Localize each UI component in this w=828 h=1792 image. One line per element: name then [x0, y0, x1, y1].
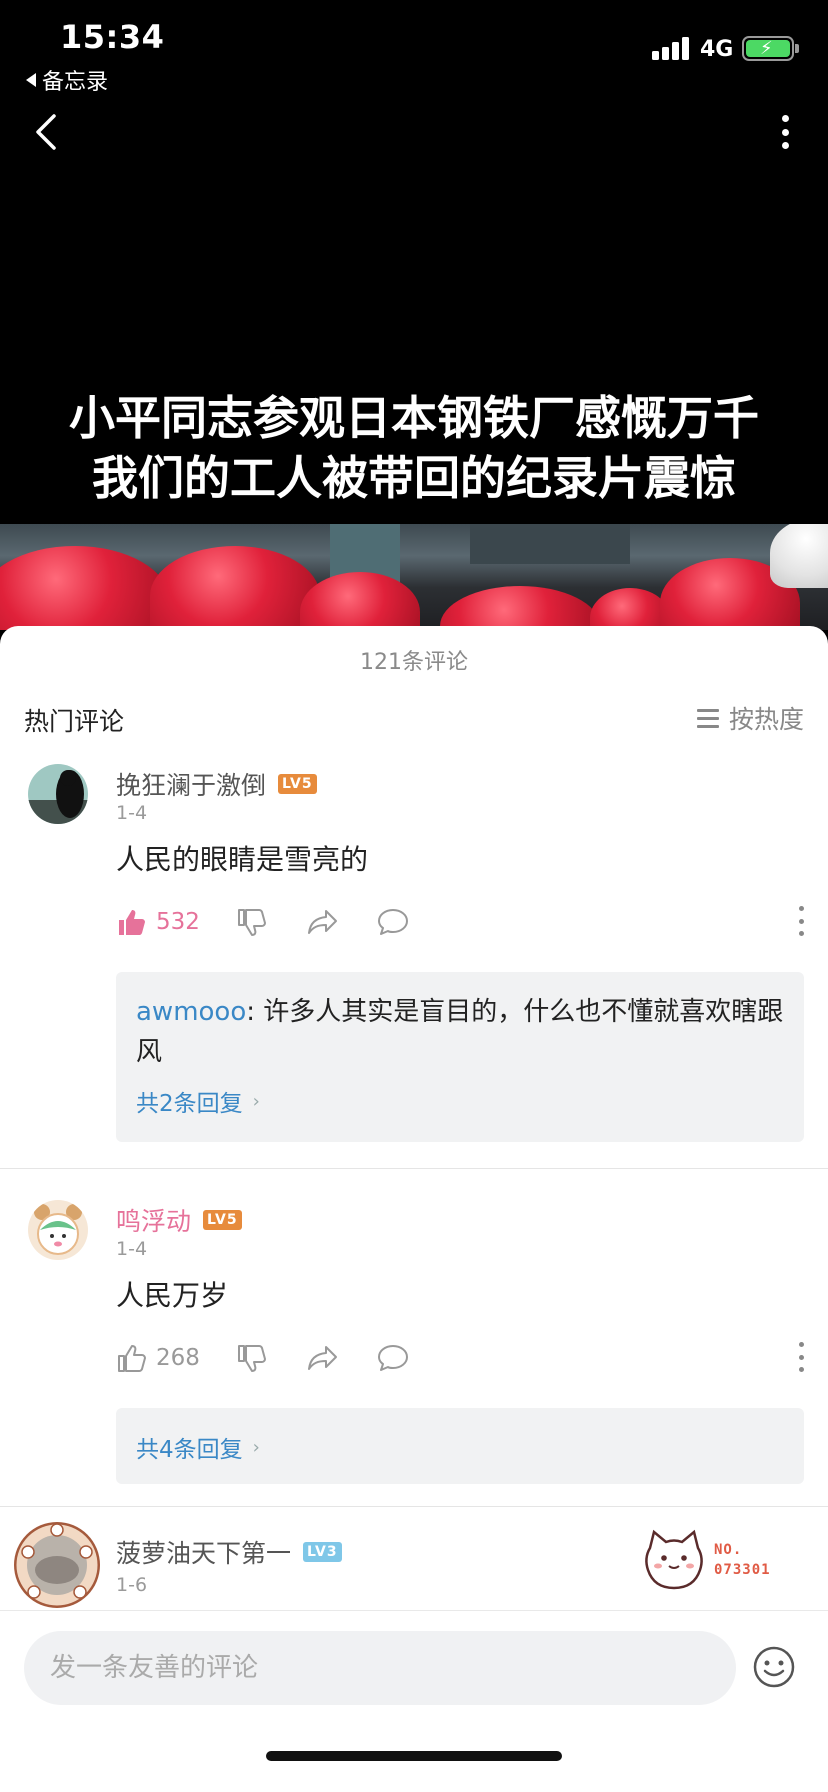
comment-more-button[interactable]	[796, 906, 806, 936]
like-count: 532	[156, 909, 200, 935]
scene-helmet	[150, 546, 320, 630]
comment-item: 鸣浮动 LV5 1-4 人民万岁 268 共4条回复 ›	[0, 1192, 828, 1484]
avatar[interactable]	[14, 1522, 100, 1608]
battery-icon: ⚡	[742, 36, 799, 61]
username[interactable]: 挽狂澜于激倒 LV5	[116, 766, 317, 802]
share-icon	[308, 1346, 337, 1370]
chevron-right-icon: ›	[252, 1436, 260, 1458]
scene-helmet	[440, 586, 600, 630]
video-caption-line-2: 我们的工人被带回的纪录片震惊	[92, 451, 736, 505]
back-app-label: 备忘录	[42, 70, 109, 95]
comment-date: 1-4	[116, 1238, 148, 1260]
thumb-up-icon	[119, 910, 145, 935]
reply-button[interactable]	[376, 902, 410, 942]
level-badge: LV5	[278, 774, 317, 794]
emoji-button[interactable]	[752, 1645, 796, 1689]
like-button[interactable]: 268	[116, 1338, 200, 1378]
thumb-down-icon	[238, 1345, 266, 1372]
back-to-app-link[interactable]: 备忘录	[26, 64, 108, 96]
more-vertical-icon	[798, 906, 804, 911]
comment-more-button[interactable]	[796, 1342, 806, 1372]
video-caption: 小平同志参观日本钢铁厂感慨万千 我们的工人被带回的纪录片震惊	[0, 388, 828, 508]
avatar[interactable]	[28, 1200, 88, 1260]
comment-actions: 268	[116, 1338, 806, 1378]
sort-button[interactable]: 按热度	[696, 700, 804, 736]
badge-no-label: NO.	[714, 1542, 743, 1558]
level-badge: LV5	[203, 1210, 242, 1230]
comment-input[interactable]	[24, 1631, 736, 1705]
thumb-up-icon	[118, 1345, 146, 1372]
comment-divider	[0, 1506, 828, 1507]
sort-label: 按热度	[728, 705, 804, 734]
back-triangle-icon	[26, 73, 36, 87]
share-button[interactable]	[306, 902, 340, 942]
view-replies-label: 共4条回复	[136, 1437, 243, 1463]
chevron-left-icon	[36, 114, 56, 150]
video-frame-scene	[0, 524, 828, 630]
sort-lines-icon	[696, 709, 719, 728]
view-replies-label: 共2条回复	[136, 1091, 243, 1117]
share-icon	[308, 910, 337, 934]
back-button[interactable]	[28, 110, 68, 154]
comment-bubble-icon	[378, 1345, 408, 1371]
more-options-button[interactable]	[770, 112, 800, 152]
avatar[interactable]	[28, 764, 88, 824]
comment-count: 121条评论	[360, 650, 468, 675]
comment-text: 人民的眼睛是雪亮的	[116, 843, 369, 876]
comments-panel: 121条评论 热门评论 按热度 挽狂澜于激倒 LV5 1-4 人民的眼睛是雪亮的	[0, 626, 828, 1792]
comment-text: 人民万岁	[116, 1279, 229, 1312]
comment-actions: 532	[116, 902, 806, 942]
home-indicator[interactable]	[266, 1751, 562, 1761]
username-text: 菠萝油天下第一	[116, 1539, 292, 1568]
signal-strength-icon	[652, 36, 692, 60]
more-vertical-icon	[798, 1342, 804, 1347]
reply-username[interactable]: awmooo	[136, 997, 246, 1027]
username-text: 鸣浮动	[116, 1207, 192, 1236]
username-text: 挽狂澜于激倒	[116, 771, 267, 800]
dislike-button[interactable]	[236, 902, 268, 942]
scene-helmet	[590, 588, 670, 630]
scene-helmet	[300, 572, 420, 630]
level-badge: LV3	[303, 1542, 342, 1562]
comment-bubble-icon	[378, 909, 408, 935]
reply-button[interactable]	[376, 1338, 410, 1378]
status-bar: 15:34 备忘录 4G ⚡	[0, 0, 828, 95]
comment-item: 菠萝油天下第一 LV3 1-6 NO. 073301	[0, 1516, 828, 1610]
cat-mascot-icon	[645, 1529, 703, 1590]
video-caption-line-1: 小平同志参观日本钢铁厂感慨万千	[69, 391, 759, 445]
hot-comments-title: 热门评论	[24, 707, 125, 736]
network-type: 4G	[700, 37, 734, 62]
username[interactable]: 菠萝油天下第一 LV3	[116, 1534, 342, 1570]
username[interactable]: 鸣浮动 LV5	[116, 1202, 242, 1238]
fan-badge: NO. 073301	[642, 1526, 802, 1596]
badge-number: NO. 073301	[714, 1540, 771, 1580]
emoji-icon	[753, 1646, 795, 1688]
comment-date: 1-6	[116, 1574, 148, 1596]
share-button[interactable]	[306, 1338, 340, 1378]
thumb-down-icon	[238, 909, 266, 936]
like-button[interactable]: 532	[116, 902, 200, 942]
view-replies-link[interactable]: 共4条回复 ›	[136, 1430, 260, 1464]
scene-beam	[470, 524, 630, 564]
comment-item: 挽狂澜于激倒 LV5 1-4 人民的眼睛是雪亮的 532 awmooo: 许多人…	[0, 756, 828, 1142]
status-time: 15:34	[60, 18, 165, 56]
like-count: 268	[156, 1345, 200, 1371]
view-replies-link[interactable]: 共2条回复 ›	[136, 1084, 260, 1118]
comment-input-bar	[0, 1610, 828, 1792]
badge-no-value: 073301	[714, 1562, 771, 1578]
comment-date: 1-4	[116, 802, 148, 824]
video-player[interactable]: 小平同志参观日本钢铁厂感慨万千 我们的工人被带回的纪录片震惊	[0, 0, 828, 630]
scene-helmet	[0, 546, 170, 630]
scene-helmet-white	[770, 524, 828, 588]
reply-preview-text: awmooo: 许多人其实是盲目的，什么也不懂就喜欢瞎跟风	[136, 992, 786, 1072]
reply-preview[interactable]: awmooo: 许多人其实是盲目的，什么也不懂就喜欢瞎跟风 共2条回复 ›	[116, 972, 804, 1142]
more-vertical-icon	[781, 115, 789, 122]
dislike-button[interactable]	[236, 1338, 268, 1378]
comment-divider	[0, 1168, 828, 1169]
chevron-right-icon: ›	[252, 1090, 260, 1112]
reply-preview[interactable]: 共4条回复 ›	[116, 1408, 804, 1484]
